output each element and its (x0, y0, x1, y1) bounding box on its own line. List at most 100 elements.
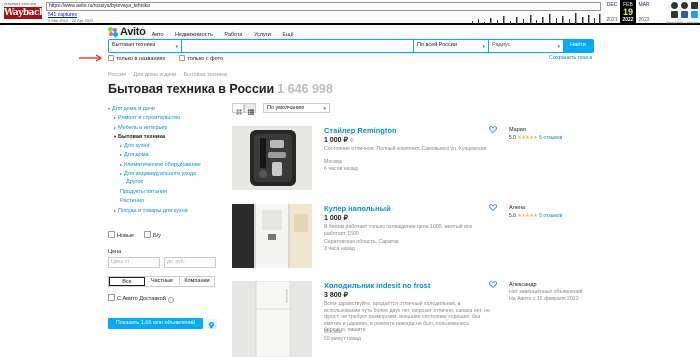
user-icon[interactable] (671, 2, 678, 9)
checkbox-box (179, 55, 186, 61)
favorite-heart-icon[interactable] (489, 204, 497, 211)
listing-title[interactable]: Холодильник indesit no frost (324, 281, 430, 290)
favorite-heart-icon[interactable] (489, 281, 497, 288)
delivery-checkbox[interactable]: С Авито Доставкой i (108, 294, 174, 303)
about-capture-link[interactable]: About this capture (650, 20, 698, 25)
triangle-right-icon: ▸ (120, 171, 123, 177)
seller-type-company[interactable]: Компании (180, 277, 214, 286)
only-titles-checkbox[interactable]: только в названиях (108, 55, 165, 62)
info-icon[interactable]: i (167, 297, 174, 303)
triangle-right-icon: ▸ (120, 161, 123, 167)
wayback-sparkline[interactable] (470, 12, 602, 24)
triangle-right-icon: ▸ (120, 152, 123, 158)
seller-type-private[interactable]: Частные (145, 277, 180, 286)
avito-logo[interactable]: Avito (108, 26, 146, 38)
map-button[interactable] (206, 318, 217, 329)
reviews-link[interactable]: 5 отзывов (539, 135, 562, 141)
sidebar-category-item[interactable]: Продукты питания (108, 188, 218, 197)
twitter-icon[interactable] (691, 11, 698, 18)
sidebar-category-item[interactable]: Растения (108, 197, 218, 206)
close-icon[interactable] (691, 2, 698, 9)
breadcrumb-item[interactable]: Для дома и дачи (133, 72, 176, 78)
sidebar-category-item[interactable]: ▾ Для дома и дачи (108, 104, 218, 113)
listing-time: 6 часов назад (324, 166, 358, 172)
seller-info: Александр Нет завершённых объявлений На … (509, 281, 619, 302)
facebook-icon[interactable] (681, 11, 688, 18)
wayback-month-current[interactable]: FEB 19 2022 (620, 0, 636, 25)
list-view-icon[interactable] (244, 103, 256, 115)
sidebar-category-item[interactable]: ▸ Для дома (108, 150, 218, 159)
seller-type-all[interactable]: Все (109, 277, 145, 286)
listing-description: В белом работает только охлаждение цена … (324, 224, 473, 237)
listing-title[interactable]: Стайлер Remington (324, 126, 397, 135)
sidebar-category-label: Ремонт и строительство (118, 115, 181, 122)
triangle-right-icon: ▸ (120, 143, 123, 149)
seller-name[interactable]: Мария (509, 126, 619, 134)
sidebar-category-item[interactable]: ▸ Климатическое оборудование (108, 160, 218, 169)
seller-name[interactable]: Александр (509, 281, 619, 289)
search-button[interactable]: Найти (563, 40, 593, 52)
listing-price: 1 000 ₽ (324, 214, 348, 222)
category-select[interactable]: Бытовая техника ▾ (109, 40, 182, 52)
price-from-input[interactable]: Цена от (108, 257, 160, 268)
favorite-heart-icon[interactable] (489, 126, 497, 133)
listing-title[interactable]: Кулер напольный (324, 204, 391, 213)
nav-services[interactable]: Услуги (254, 32, 271, 38)
download-icon[interactable] (671, 11, 678, 18)
show-results-button[interactable]: Показать 1,65 млн объявлений (108, 318, 203, 329)
nav-jobs[interactable]: Работа (224, 32, 242, 38)
nav-more[interactable]: Ещё (282, 32, 293, 38)
listing-city: Москва (324, 159, 342, 165)
only-titles-label: только в названиях (116, 56, 166, 62)
fridge-image (232, 281, 312, 357)
listing-photo[interactable] (232, 126, 312, 190)
triangle-right-icon: ▸ (114, 115, 117, 121)
sidebar-category-item[interactable]: ▸ Для индивидуального ухода (108, 169, 218, 178)
breadcrumb-item[interactable]: Россия (108, 72, 126, 78)
reviews-link[interactable]: 5 отзывов (539, 213, 562, 219)
price-note: Ф (349, 138, 354, 144)
view-toggle (232, 103, 256, 115)
main-nav: Авто Недвижимость Работа Услуги Ещё (152, 23, 301, 41)
sidebar-category-item[interactable]: ▸ Для кухни (108, 141, 218, 150)
new-checkbox[interactable]: Новые (108, 231, 134, 239)
wayback-logo-text: WaybackMachine (4, 7, 85, 19)
sort-select[interactable]: По умолчанию ▾ (263, 103, 330, 113)
breadcrumb-item[interactable]: Бытовая техника (184, 72, 227, 78)
sidebar-category-label: Для индивидуального ухода (124, 171, 197, 178)
listing-price: 1 000 ₽ Ф (324, 136, 354, 144)
wayback-logo[interactable]: INTERNET ARCHIVE WaybackMachine (4, 2, 85, 22)
sidebar-category-item[interactable]: ▸ Посуда и товары для кухни (108, 206, 218, 215)
region-select[interactable]: По всей России ▾ (414, 40, 489, 52)
radius-value: Радиус (492, 42, 511, 48)
wayback-month-prev[interactable]: DEC 2021 (604, 0, 620, 25)
rating-value: 5.0 (509, 213, 516, 219)
chevron-down-icon: ▾ (482, 44, 485, 50)
radius-select[interactable]: Радиус ▾ (489, 40, 563, 52)
condition-filter: Новые Б/у (108, 231, 161, 239)
listing-photo[interactable] (232, 281, 312, 357)
help-icon[interactable] (681, 2, 688, 9)
save-search-link[interactable]: Сохранить поиск (549, 55, 592, 61)
listing-price: 3 800 ₽ (324, 291, 348, 299)
used-label: Б/у (152, 233, 161, 239)
search-bar: Бытовая техника ▾ По всей России ▾ Радиу… (108, 39, 594, 53)
listing-description: Всем здравствуйте, продаётся отличный хо… (324, 301, 490, 334)
sidebar-category-item[interactable]: Другое (108, 178, 218, 187)
seller-name[interactable]: Алена (509, 204, 619, 212)
used-checkbox[interactable]: Б/у (143, 231, 161, 239)
sidebar-category-label: Для кухни (124, 143, 150, 150)
sidebar-category-item[interactable]: ▸ Мебель и интерьер (108, 123, 218, 132)
sidebar-category-item[interactable]: ▸ Ремонт и строительство (108, 113, 218, 122)
sidebar-category-label: Бытовая техника (118, 133, 166, 140)
wayback-calendar: DEC 2021 FEB 19 2022 MAR 2022 (604, 0, 652, 25)
grid-view-icon[interactable] (232, 103, 244, 115)
only-photo-checkbox[interactable]: только с фото (179, 55, 223, 62)
nav-auto[interactable]: Авто (152, 32, 164, 38)
nav-realty[interactable]: Недвижимость (175, 32, 213, 38)
listing-photo[interactable] (232, 204, 312, 268)
delivery-label: С Авито Доставкой (117, 296, 166, 302)
price-to-input[interactable]: до, руб. (164, 257, 216, 268)
wayback-url-input[interactable]: https://www.avito.ru/rossiya/bytovaya_te… (46, 2, 601, 11)
search-input[interactable] (182, 40, 414, 52)
